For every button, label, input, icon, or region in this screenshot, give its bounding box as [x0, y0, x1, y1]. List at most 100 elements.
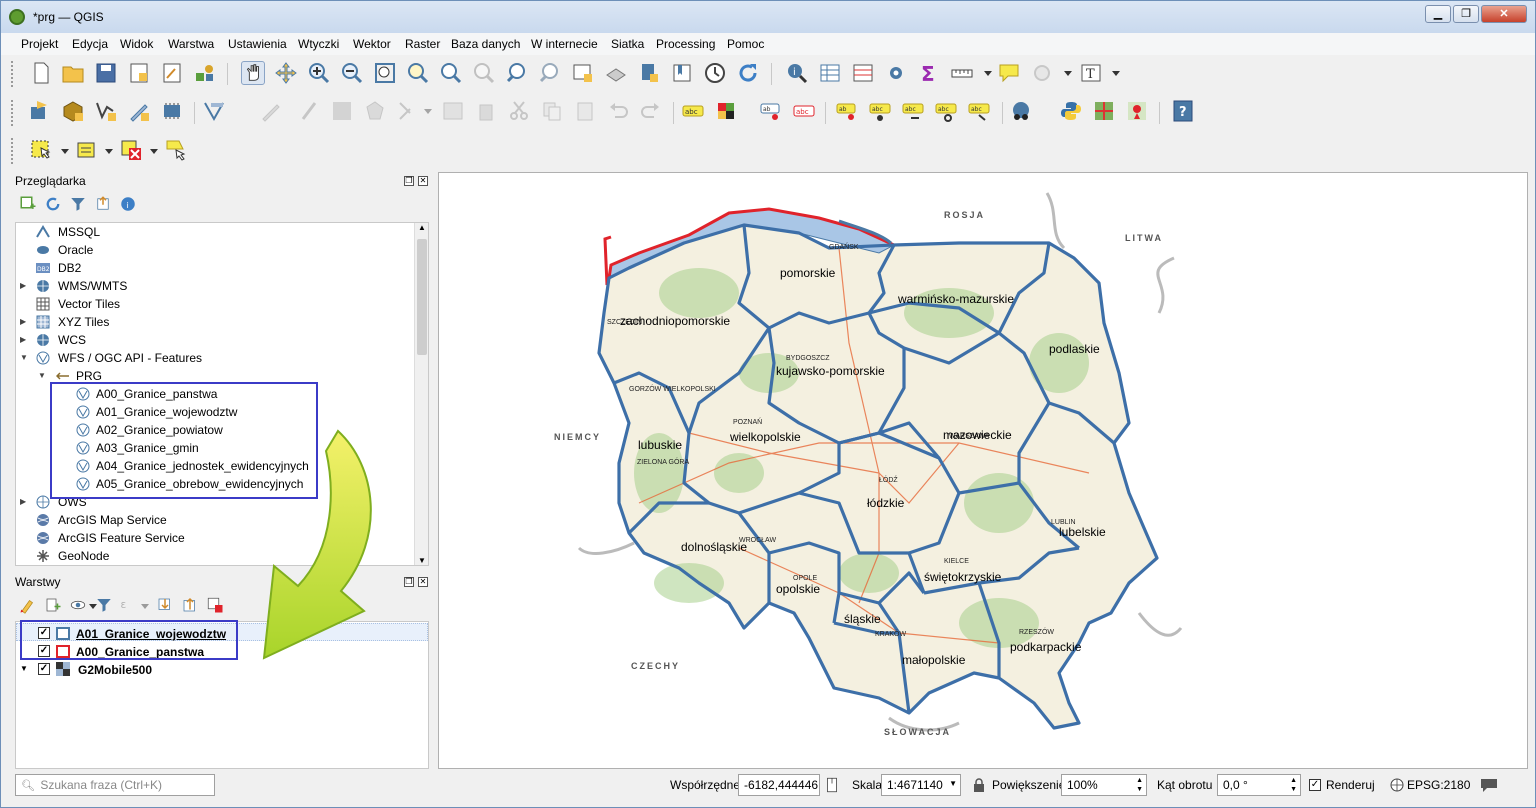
minimize-button[interactable]: ▁ — [1425, 5, 1451, 23]
vertex-tool-icon[interactable] — [396, 99, 420, 123]
style-manager-icon[interactable] — [193, 61, 217, 85]
redo-icon[interactable] — [639, 99, 663, 123]
toggle-editing-icon[interactable] — [297, 99, 321, 123]
toolbar-handle[interactable] — [11, 61, 14, 87]
layer-visibility-checkbox[interactable]: ✓ — [38, 663, 50, 675]
new-shapefile-icon[interactable] — [94, 99, 118, 123]
toolbar-handle[interactable] — [11, 138, 14, 164]
new-geopackage-icon[interactable] — [61, 99, 85, 123]
expand-arrow-icon[interactable]: ▶ — [20, 281, 26, 290]
cut-features-icon[interactable] — [507, 99, 531, 123]
new-bookmark-icon[interactable] — [637, 61, 661, 85]
pin-labels-icon[interactable]: ab — [759, 99, 783, 123]
zoom-in-icon[interactable] — [307, 61, 331, 85]
attribute-table-icon[interactable] — [818, 61, 842, 85]
expression-filter-dropdown-arrow[interactable] — [141, 604, 149, 609]
pan-to-selection-icon[interactable] — [274, 61, 298, 85]
menu-pomoc[interactable]: Pomoc — [727, 37, 764, 51]
select-by-location-icon[interactable] — [164, 138, 188, 162]
locator-dropdown-arrow[interactable] — [1064, 71, 1072, 76]
scrollbar-thumb[interactable] — [417, 239, 427, 355]
toolbar-handle[interactable] — [11, 100, 14, 126]
menu-wektor[interactable]: Wektor — [353, 37, 391, 51]
copy-features-icon[interactable] — [540, 99, 564, 123]
field-calculator-sigma-icon[interactable]: Σ — [917, 61, 941, 85]
layers-close-button[interactable]: ✕ — [418, 577, 428, 587]
text-annotation-icon[interactable]: T — [1079, 61, 1103, 85]
save-edits-icon[interactable] — [330, 99, 354, 123]
change-label-icon[interactable]: abc — [934, 99, 958, 123]
expand-arrow-icon[interactable]: ▶ — [20, 317, 26, 326]
select-features-icon[interactable] — [29, 138, 53, 162]
close-button[interactable]: ✕ — [1481, 5, 1527, 23]
deselect-dropdown-arrow[interactable] — [150, 149, 158, 154]
locator-zoom-icon[interactable] — [1030, 61, 1054, 85]
properties-info-icon[interactable]: i — [119, 195, 137, 213]
open-project-icon[interactable] — [61, 61, 85, 85]
locator-search-input[interactable]: 🔍︎ Szukana fraza (Ctrl+K) — [15, 774, 215, 796]
zoom-native-icon[interactable] — [472, 61, 496, 85]
filter-by-expression-icon[interactable]: ε — [119, 596, 137, 614]
zoom-to-selection-icon[interactable] — [406, 61, 430, 85]
map-canvas[interactable]: ROSJA LITWA NIEMCY CZECHY SŁOWACJA GDAŃS… — [438, 172, 1528, 769]
diagram-properties-icon[interactable] — [714, 99, 738, 123]
scroll-up-arrow-icon[interactable]: ▲ — [418, 223, 426, 232]
expression-dropdown-arrow[interactable] — [105, 149, 113, 154]
zoom-next-icon[interactable] — [538, 61, 562, 85]
zoom-last-icon[interactable] — [505, 61, 529, 85]
measure-ruler-icon[interactable] — [950, 61, 974, 85]
menu-ustawienia[interactable]: Ustawienia — [228, 37, 287, 51]
identify-features-icon[interactable]: i — [785, 61, 809, 85]
dropdown-arrow-icon[interactable]: ▼ — [949, 779, 957, 788]
refresh-browser-icon[interactable] — [44, 195, 62, 213]
add-selected-layers-icon[interactable] — [19, 195, 37, 213]
filter-browser-icon[interactable] — [69, 195, 87, 213]
menu-raster[interactable]: Raster — [405, 37, 440, 51]
new-spatialite-icon[interactable] — [127, 99, 151, 123]
plugin-map-tool-icon[interactable] — [1125, 99, 1149, 123]
settings-gear-icon[interactable] — [884, 61, 908, 85]
new-3d-map-view-icon[interactable] — [604, 61, 628, 85]
add-group-icon[interactable] — [44, 596, 62, 614]
spin-arrows-icon[interactable]: ▲ ▼ — [1136, 776, 1143, 794]
crs-globe-icon[interactable] — [1390, 778, 1404, 792]
browser-float-button[interactable]: ❐ — [404, 176, 414, 186]
scroll-down-arrow-icon[interactable]: ▼ — [418, 556, 426, 565]
menu-widok[interactable]: Widok — [120, 37, 153, 51]
plugin-georeferencer-icon[interactable] — [1092, 99, 1116, 123]
remove-layer-icon[interactable] — [206, 596, 224, 614]
new-project-icon[interactable] — [29, 61, 53, 85]
menu-projekt[interactable]: Projekt — [21, 37, 58, 51]
manage-visibility-eye-icon[interactable] — [69, 596, 87, 614]
menu-edycja[interactable]: Edycja — [72, 37, 108, 51]
messages-icon[interactable] — [1480, 777, 1498, 793]
undo-icon[interactable] — [606, 99, 630, 123]
map-tips-icon[interactable] — [997, 61, 1021, 85]
show-hide-labels-icon[interactable]: abc — [792, 99, 816, 123]
collapse-all-layers-icon[interactable] — [181, 596, 199, 614]
collapse-arrow-icon[interactable]: ▼ — [38, 371, 46, 380]
select-by-expression-icon[interactable] — [75, 138, 99, 162]
delete-selected-icon[interactable] — [474, 99, 498, 123]
browser-close-button[interactable]: ✕ — [418, 176, 428, 186]
layout-manager-icon[interactable] — [160, 61, 184, 85]
annotation-dropdown-arrow[interactable] — [1112, 71, 1120, 76]
collapse-arrow-icon[interactable]: ▼ — [20, 664, 28, 673]
menu-baza-danych[interactable]: Baza danych — [451, 37, 520, 51]
save-project-icon[interactable] — [94, 61, 118, 85]
highlight-pinned-labels-icon[interactable]: ab — [835, 99, 859, 123]
new-map-view-icon[interactable] — [571, 61, 595, 85]
spin-arrows-icon[interactable]: ▲ ▼ — [1290, 776, 1297, 794]
pan-hand-icon[interactable] — [241, 61, 265, 85]
zoom-to-layer-icon[interactable] — [439, 61, 463, 85]
new-print-layout-icon[interactable] — [127, 61, 151, 85]
python-console-icon[interactable] — [1059, 99, 1083, 123]
menu-wtyczki[interactable]: Wtyczki — [298, 37, 339, 51]
expand-arrow-icon[interactable]: ▶ — [20, 497, 26, 506]
modify-attributes-icon[interactable] — [441, 99, 465, 123]
collapse-all-icon[interactable] — [94, 195, 112, 213]
refresh-icon[interactable] — [736, 61, 760, 85]
vertex-dropdown-arrow[interactable] — [424, 109, 432, 114]
new-virtual-layer-icon[interactable] — [160, 99, 184, 123]
zoom-full-icon[interactable] — [373, 61, 397, 85]
